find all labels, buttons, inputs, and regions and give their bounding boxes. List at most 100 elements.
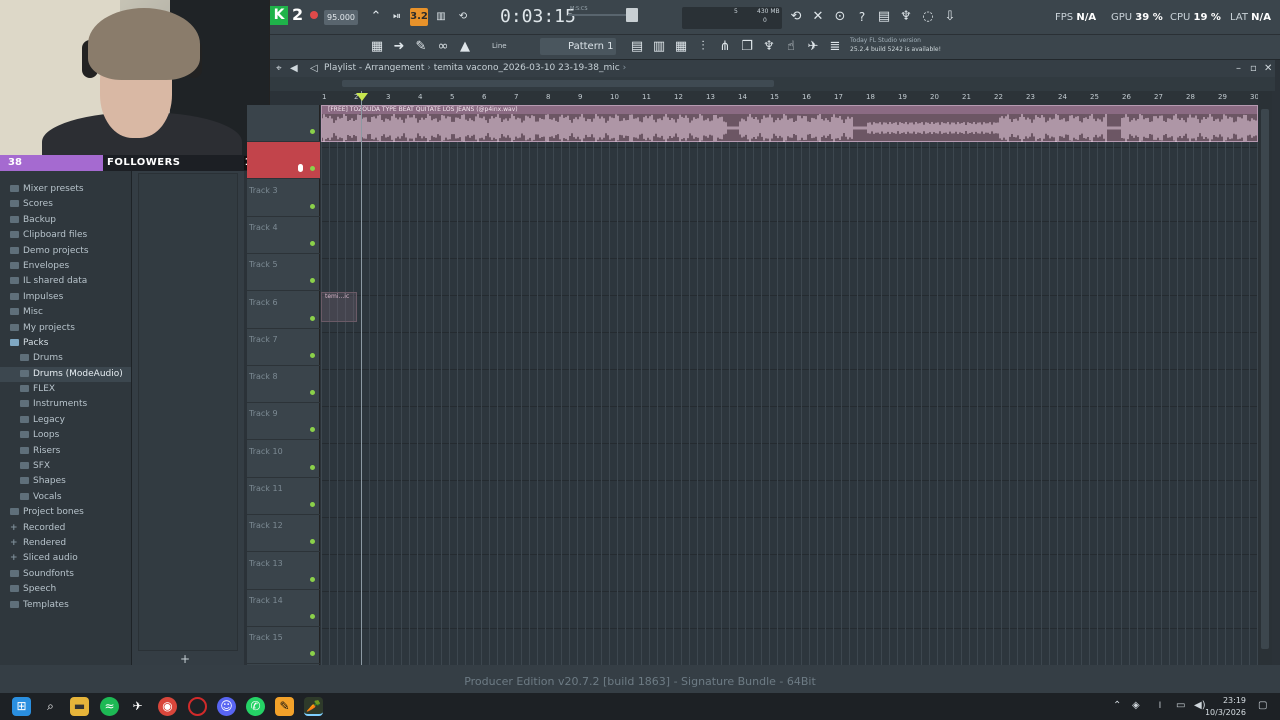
- magnet-icon[interactable]: ⌖: [276, 60, 282, 77]
- browser-item[interactable]: Vocals: [0, 490, 131, 505]
- list-icon[interactable]: ≣: [826, 38, 844, 56]
- browser-item[interactable]: Packs: [0, 336, 131, 351]
- notification-icon[interactable]: ▢: [1258, 700, 1267, 711]
- track-enable-led[interactable]: [310, 203, 315, 209]
- windows-icon[interactable]: ⊞: [12, 697, 31, 716]
- add-icon[interactable]: +: [180, 652, 190, 666]
- track-header[interactable]: Track 5: [247, 254, 320, 292]
- playlist-grid[interactable]: [321, 105, 1258, 665]
- close-icon[interactable]: ✕: [1264, 60, 1272, 77]
- touch-icon[interactable]: ☝: [782, 38, 800, 56]
- tree-icon[interactable]: ⋔: [716, 38, 734, 56]
- tray-network-icon[interactable]: ▭: [1176, 700, 1185, 711]
- browser-item[interactable]: Loops: [0, 428, 131, 443]
- track-enable-led[interactable]: [310, 539, 315, 545]
- track-header[interactable]: Track 3: [247, 180, 320, 217]
- fl-icon[interactable]: ✎: [275, 697, 294, 716]
- record-button[interactable]: [310, 11, 318, 19]
- flstudio-active-icon[interactable]: 🥕: [304, 697, 323, 716]
- browser-item[interactable]: Legacy: [0, 413, 131, 428]
- save-icon[interactable]: ▤: [875, 8, 893, 26]
- speaker-icon[interactable]: ◀: [290, 60, 298, 77]
- track-enable-led[interactable]: [310, 315, 315, 321]
- playhead-marker[interactable]: [356, 93, 368, 101]
- browser-item[interactable]: Risers: [0, 444, 131, 459]
- step-edit-icon[interactable]: ▥: [432, 8, 450, 26]
- mic-icon[interactable]: ⊙: [831, 8, 849, 26]
- track-header[interactable]: Track 10: [247, 441, 320, 478]
- menu-arrow-icon[interactable]: ◁: [310, 60, 318, 77]
- fader-icon[interactable]: ⫶: [694, 38, 712, 56]
- track-enable-led[interactable]: [310, 129, 315, 134]
- arrow-icon[interactable]: ➜: [390, 38, 408, 56]
- timeline-ruler[interactable]: 1 2 3 4 5 6 7 8 9 10 11 12 13 14 15 16 17 18 19 20 21 22 23 24 2…: [320, 91, 1260, 105]
- track-header[interactable]: Track 13: [247, 553, 320, 590]
- playlist-icon[interactable]: ▦: [368, 38, 386, 56]
- track-enable-led[interactable]: [310, 464, 315, 470]
- channel-rack-icon[interactable]: ▥: [650, 38, 668, 56]
- track-enable-led[interactable]: [310, 166, 315, 172]
- explorer-icon[interactable]: ▬: [70, 697, 89, 716]
- browser-item[interactable]: + Recorded: [0, 521, 131, 536]
- copy-icon[interactable]: ❐: [738, 38, 756, 56]
- audio-clip[interactable]: [FREE] TOZOUDA TYPE BEAT QUITATE LOS JEA…: [321, 105, 1258, 142]
- browser-item[interactable]: + Rendered: [0, 536, 131, 551]
- track-header[interactable]: [247, 105, 320, 142]
- send-icon[interactable]: ✈: [804, 38, 822, 56]
- mixer-icon[interactable]: ▤: [628, 38, 646, 56]
- browser-item[interactable]: Project bones: [0, 505, 131, 520]
- countdown-icon[interactable]: 3.2: [410, 8, 428, 26]
- track-enable-led[interactable]: [310, 352, 315, 358]
- track-header[interactable]: Track 9: [247, 403, 320, 441]
- snap-mode-select[interactable]: Line: [484, 39, 528, 54]
- chrome-icon[interactable]: ◉: [158, 697, 177, 716]
- master-pitch-knob[interactable]: [626, 8, 638, 22]
- track-header[interactable]: Track 14: [247, 590, 320, 627]
- browser-item[interactable]: Demo projects: [0, 244, 131, 259]
- browser-item[interactable]: + Sliced audio: [0, 551, 131, 566]
- track-header[interactable]: [247, 142, 320, 180]
- plugin-icon[interactable]: ♆: [897, 8, 915, 26]
- whatsapp-icon[interactable]: ✆: [246, 697, 265, 716]
- mic-clip[interactable]: temi...ic: [321, 292, 357, 322]
- plug-icon[interactable]: ♆: [760, 38, 778, 56]
- steam-icon[interactable]: ✈: [128, 697, 147, 716]
- clock[interactable]: 23:19 10/3/2026: [1205, 693, 1246, 719]
- playhead-line[interactable]: [361, 91, 362, 665]
- track-enable-led[interactable]: [310, 390, 315, 396]
- overview-scrollbar[interactable]: [342, 80, 774, 87]
- browser-item[interactable]: Impulses: [0, 290, 131, 305]
- browser-item[interactable]: Speech: [0, 582, 131, 597]
- track-header[interactable]: Track 12: [247, 515, 320, 553]
- chat-icon[interactable]: ◌: [919, 8, 937, 26]
- tray-up-icon[interactable]: ⌃: [1113, 700, 1121, 711]
- stamp-icon[interactable]: ▲: [456, 38, 474, 56]
- pencil-icon[interactable]: ✎: [412, 38, 430, 56]
- cut-icon[interactable]: ✕: [809, 8, 827, 26]
- browser-item[interactable]: Misc: [0, 305, 131, 320]
- wait-input-icon[interactable]: ⏯: [388, 8, 406, 26]
- browser-item[interactable]: FLEX: [0, 382, 131, 397]
- vertical-scrollbar-thumb[interactable]: [1261, 109, 1269, 649]
- tray-nvidia-icon[interactable]: ◈: [1132, 700, 1140, 711]
- track-header[interactable]: Track 11: [247, 478, 320, 515]
- browser-item[interactable]: IL shared data: [0, 274, 131, 289]
- search-icon[interactable]: ⌕: [41, 697, 60, 716]
- link-icon[interactable]: ∞: [434, 38, 452, 56]
- master-volume-slider[interactable]: [568, 14, 628, 16]
- loop-record-icon[interactable]: ⟲: [454, 8, 472, 26]
- browser-item[interactable]: Shapes: [0, 474, 131, 489]
- browser-item[interactable]: Instruments: [0, 397, 131, 412]
- browser-item[interactable]: Drums: [0, 351, 131, 366]
- track-enable-led[interactable]: [310, 240, 315, 246]
- help-icon[interactable]: ?: [853, 8, 871, 26]
- browser-item[interactable]: Templates: [0, 598, 131, 613]
- track-enable-led[interactable]: [310, 502, 315, 507]
- track-enable-led[interactable]: [310, 613, 315, 619]
- track-enable-led[interactable]: [310, 278, 315, 284]
- opera-icon[interactable]: [188, 697, 207, 716]
- spotify-icon[interactable]: ≈: [100, 697, 119, 716]
- browser-item[interactable]: Clipboard files: [0, 228, 131, 243]
- browser-item[interactable]: My projects: [0, 321, 131, 336]
- metronome-icon[interactable]: ⌃: [367, 8, 385, 26]
